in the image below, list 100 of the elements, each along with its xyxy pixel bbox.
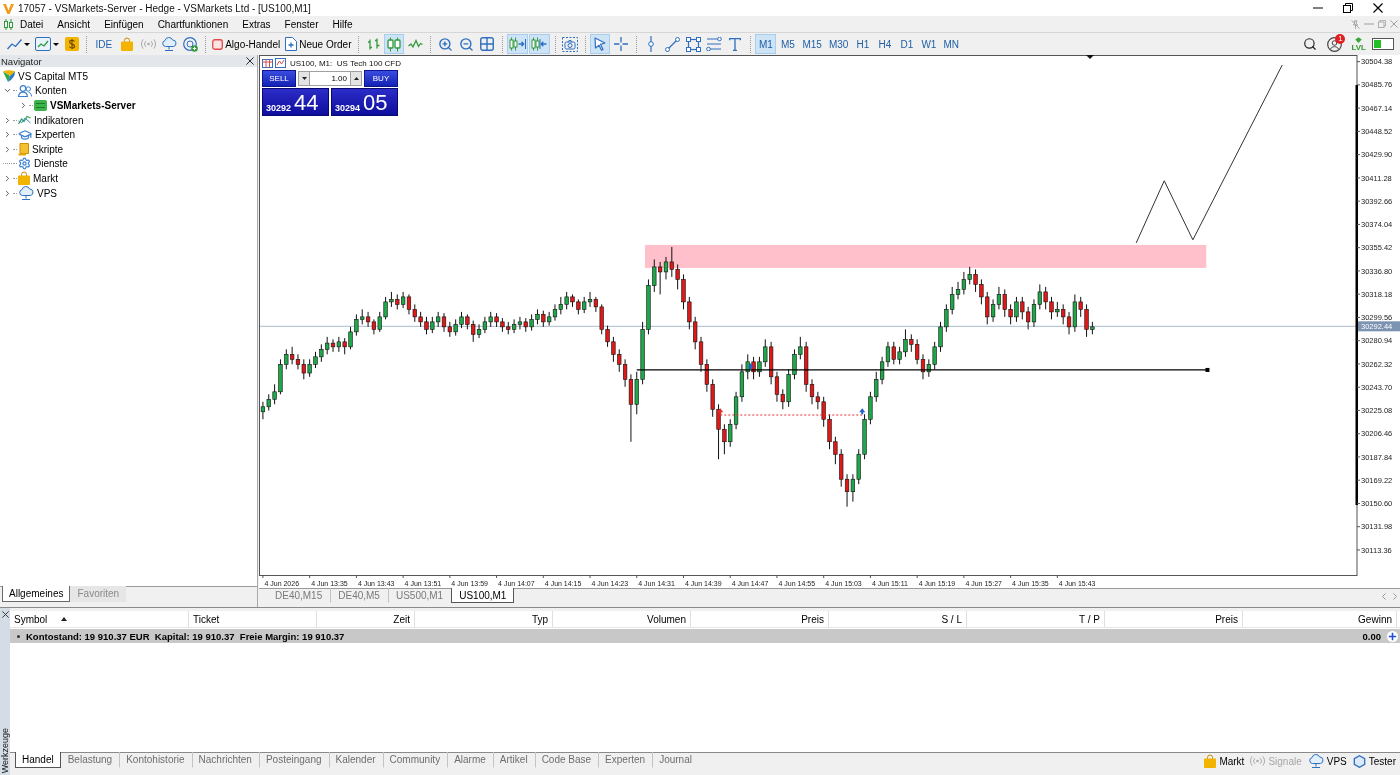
decrease-button[interactable] bbox=[298, 71, 310, 86]
toolbox-tab[interactable]: Handel bbox=[15, 752, 61, 768]
broker-logo-icon bbox=[3, 70, 15, 83]
toolbox-tab[interactable]: Kalender bbox=[328, 752, 383, 768]
add-icon[interactable] bbox=[1387, 630, 1398, 642]
hexagon-icon bbox=[1352, 754, 1366, 768]
timeframe-button[interactable]: M5 bbox=[777, 34, 799, 54]
increase-button[interactable] bbox=[350, 71, 362, 86]
close-button[interactable] bbox=[1, 611, 9, 618]
screenshot-button[interactable] bbox=[560, 34, 581, 54]
tree-item[interactable]: Indikatoren bbox=[34, 114, 84, 126]
menu-item[interactable]: Hilfe bbox=[325, 16, 360, 32]
bid-price-panel[interactable]: 30292 44 bbox=[262, 88, 329, 116]
ide-button[interactable]: IDE bbox=[91, 34, 117, 54]
column-header[interactable]: T / P bbox=[967, 611, 1105, 627]
column-header[interactable]: Preis bbox=[1105, 611, 1243, 627]
timeframe-button[interactable]: H4 bbox=[874, 34, 896, 54]
timeframe-button[interactable]: M1 bbox=[755, 34, 777, 54]
close-icon bbox=[246, 57, 254, 65]
restore-icon bbox=[1378, 20, 1386, 28]
toolbox-tab[interactable]: Alarme bbox=[447, 752, 493, 768]
column-header[interactable]: Zeit bbox=[317, 611, 415, 627]
cloud-icon bbox=[1307, 754, 1324, 768]
tree-item[interactable]: Experten bbox=[35, 129, 76, 141]
timeframe-button[interactable]: H1 bbox=[852, 34, 874, 54]
toolbox-tab[interactable]: Posteingang bbox=[258, 752, 329, 768]
menu-item[interactable]: Datei bbox=[13, 16, 51, 32]
cloud-icon bbox=[18, 186, 34, 201]
toolbox-tab[interactable]: Belastung bbox=[60, 752, 120, 768]
candlestick-button[interactable] bbox=[384, 34, 405, 54]
account-button[interactable]: 1 bbox=[1323, 34, 1346, 54]
sell-button[interactable]: SELL bbox=[262, 70, 296, 87]
new-order-button[interactable]: Neue Order bbox=[283, 34, 354, 54]
zoom-in-icon bbox=[437, 36, 453, 52]
column-header[interactable]: Gewinn bbox=[1243, 611, 1397, 627]
close-button[interactable] bbox=[246, 57, 254, 65]
timeframe-button[interactable]: M30 bbox=[825, 34, 852, 54]
toolbox-tab[interactable]: Artikel bbox=[492, 752, 535, 768]
menu-item[interactable]: Extras bbox=[235, 16, 278, 32]
column-header[interactable]: S / L bbox=[829, 611, 967, 627]
column-header[interactable]: Volumen bbox=[553, 611, 691, 627]
vps-link[interactable]: VPS bbox=[1307, 754, 1347, 768]
chart-tab[interactable]: DE40,M5 bbox=[330, 588, 388, 603]
camera-icon bbox=[562, 36, 579, 52]
bag-icon bbox=[121, 37, 134, 51]
add-button[interactable] bbox=[180, 34, 201, 54]
tree-item[interactable]: Skripte bbox=[32, 143, 64, 155]
algo-trading-button[interactable]: Algo-Handel bbox=[210, 34, 283, 54]
tree-item[interactable]: VPS bbox=[37, 187, 57, 199]
trend-line-button[interactable] bbox=[662, 34, 683, 54]
chevron-left-icon[interactable] bbox=[1382, 593, 1386, 600]
panel-tab[interactable]: Allgemeines bbox=[2, 586, 71, 602]
ask-price-panel[interactable]: 30294 05 bbox=[331, 88, 398, 116]
diamond-icon bbox=[1355, 36, 1363, 43]
timeframe-button[interactable]: W1 bbox=[918, 34, 940, 54]
toolbox-tab[interactable]: Experten bbox=[598, 752, 653, 768]
tree-item[interactable]: VSMarkets-Server bbox=[50, 100, 136, 111]
market-link[interactable]: Markt bbox=[1204, 754, 1245, 768]
timeframe-button[interactable]: MN bbox=[940, 34, 962, 54]
vps-button[interactable] bbox=[159, 34, 180, 54]
menu-item[interactable]: Fenster bbox=[277, 16, 326, 32]
chevron-right-icon[interactable] bbox=[1393, 593, 1397, 600]
chevron-right-icon[interactable] bbox=[3, 173, 12, 183]
chart-shift-button[interactable] bbox=[529, 34, 551, 54]
timeframe-button[interactable]: D1 bbox=[896, 34, 918, 54]
toolbox-tab[interactable]: Journal bbox=[652, 752, 699, 768]
text-tool-icon bbox=[729, 37, 742, 51]
column-header[interactable]: Ticket bbox=[189, 611, 317, 627]
column-header[interactable]: Preis bbox=[691, 611, 829, 627]
toolbox-tab[interactable]: Kontohistorie bbox=[119, 752, 192, 768]
menu-item[interactable]: Einfügen bbox=[97, 16, 151, 32]
gear-icon bbox=[18, 157, 31, 171]
rectangle-button[interactable] bbox=[683, 34, 704, 54]
chevron-right-icon[interactable] bbox=[3, 144, 12, 154]
buy-button[interactable]: BUY bbox=[364, 70, 398, 87]
arrow-marker-icon bbox=[717, 408, 724, 415]
tree-item[interactable]: Konten bbox=[35, 85, 67, 97]
toolbox-tab[interactable]: Nachrichten bbox=[191, 752, 259, 768]
toolbox-tab[interactable]: Code Base bbox=[534, 752, 599, 768]
chart-tab[interactable]: DE40,M15 bbox=[267, 588, 331, 603]
tree-item[interactable]: Dienste bbox=[34, 158, 68, 170]
chevron-right-icon[interactable] bbox=[3, 115, 12, 125]
volume-field[interactable]: 1.00 bbox=[310, 71, 350, 86]
tree-item[interactable]: VS Capital MT5 bbox=[18, 70, 89, 82]
toolbox-tab[interactable]: Community bbox=[382, 752, 448, 768]
tree-item[interactable]: Markt bbox=[33, 172, 58, 184]
autoscroll-button[interactable] bbox=[507, 34, 529, 54]
chevron-right-icon[interactable] bbox=[19, 101, 28, 110]
menu-item[interactable]: Ansicht bbox=[50, 16, 98, 32]
cursor-button[interactable] bbox=[590, 34, 611, 54]
tester-link[interactable]: Tester bbox=[1352, 754, 1396, 768]
lines-button[interactable] bbox=[704, 34, 725, 54]
chart-tab[interactable]: US100,M1 bbox=[451, 588, 515, 603]
column-header[interactable]: Symbol bbox=[10, 611, 189, 627]
chart-window-button[interactable] bbox=[32, 34, 61, 54]
chevron-right-icon[interactable] bbox=[3, 188, 12, 198]
column-header[interactable]: Typ bbox=[415, 611, 553, 627]
menu-item[interactable]: Chartfunktionen bbox=[150, 16, 236, 32]
timeframe-button[interactable]: M15 bbox=[799, 34, 825, 54]
chevron-right-icon[interactable] bbox=[3, 130, 12, 140]
